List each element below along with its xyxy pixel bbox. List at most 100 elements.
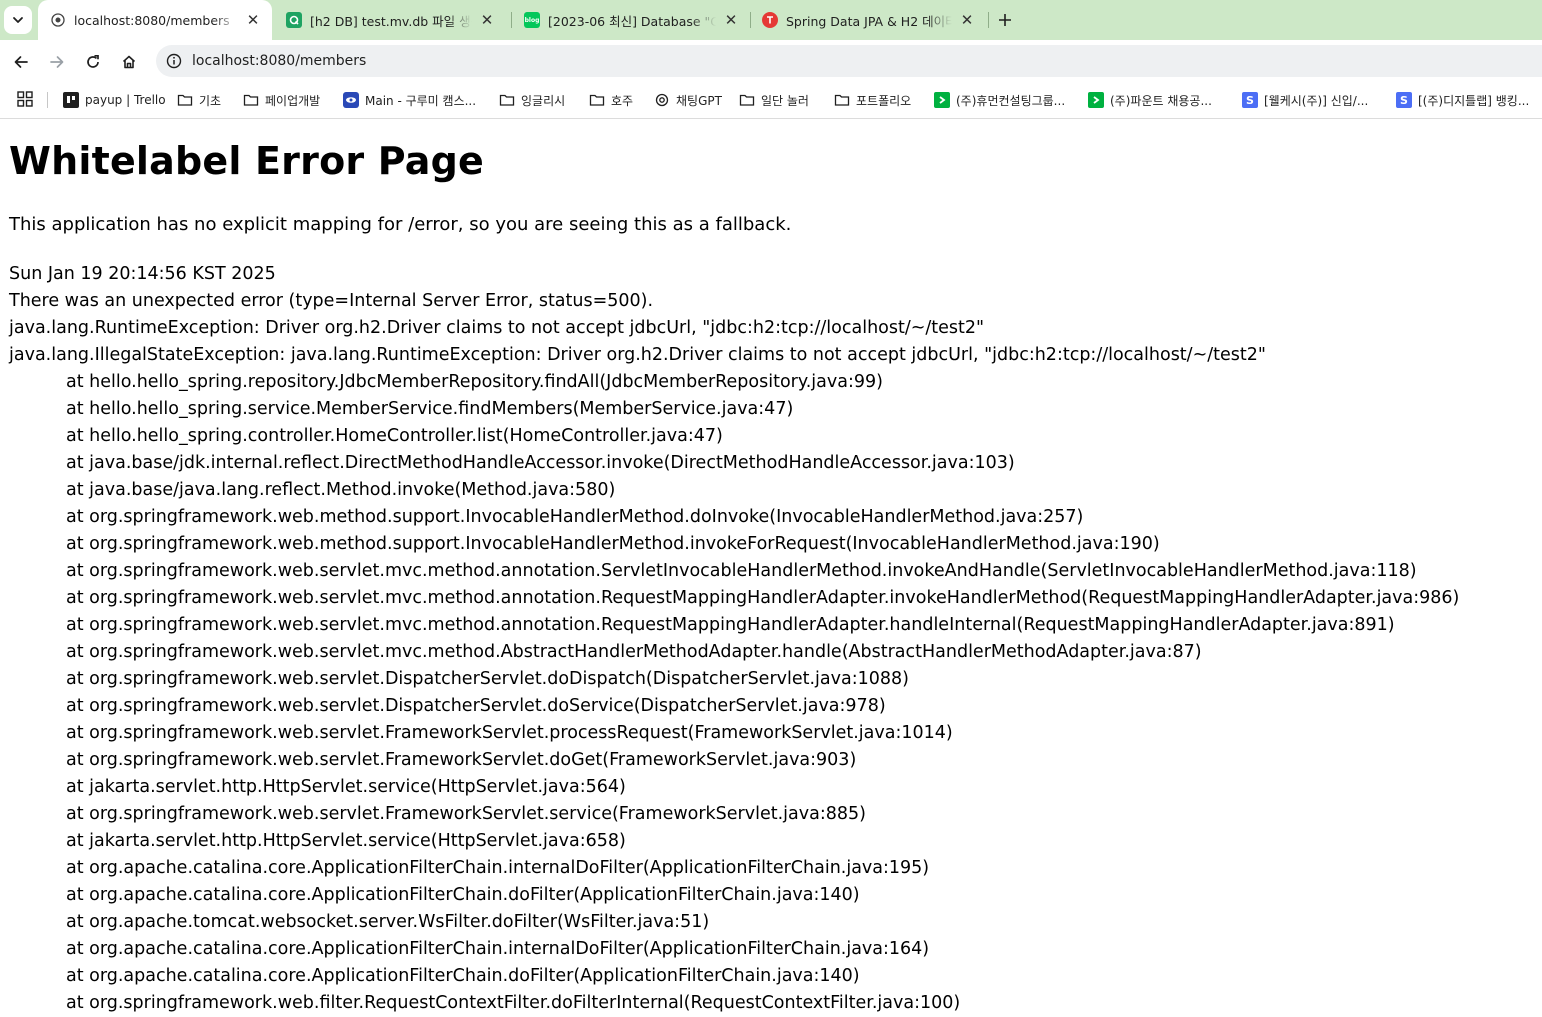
error-details: Sun Jan 19 20:14:56 KST 2025 There was a… [9,261,1459,1017]
bookmark-gooroomee[interactable]: Main - 구루미 캠스... [343,90,476,110]
stack-frame: at org.springframework.web.servlet.Frame… [66,723,953,743]
folder-icon [499,94,515,106]
tab-title: Spring Data JPA & H2 데이터베 [786,13,952,29]
bookmark-digitlab[interactable]: S [(주)디지틀랩] 뱅킹... [1396,90,1529,110]
stack-frame: at hello.hello_spring.controller.HomeCon… [66,426,723,446]
bookmark-folder-australia[interactable]: 호주 [589,90,633,110]
stack-frame: at org.springframework.web.servlet.mvc.m… [66,561,1417,581]
reload-button[interactable] [79,48,107,76]
tab-separator [988,12,989,28]
stack-frame: at org.springframework.web.servlet.Frame… [66,804,866,824]
home-button[interactable] [115,48,143,76]
bookmark-human-consulting[interactable]: (주)휴먼컨설팅그룹... [934,90,1065,110]
new-tab-button[interactable] [993,8,1017,32]
stack-frame: at java.base/java.lang.reflect.Method.in… [66,480,616,500]
exception-line: java.lang.IllegalStateException: java.la… [9,345,1266,365]
green-arrow-icon [1088,92,1104,108]
bookmark-label: [웰케시(주)] 신입/... [1264,93,1369,108]
folder-icon [243,94,259,106]
tab-spring-data-jpa[interactable]: Spring Data JPA & H2 데이터베 ✕ [750,0,986,40]
trello-icon [63,92,79,108]
plus-icon [999,14,1011,26]
stack-frame: at jakarta.servlet.http.HttpServlet.serv… [66,831,626,851]
bookmark-label: 호주 [611,93,634,108]
bookmarks-bar: payup | Trello 기초 페이업개발 Main - 구루미 캠스...… [0,82,1542,119]
bookmark-label: 채팅GPT [676,93,722,108]
arrow-left-icon [14,56,28,68]
globe-icon [50,12,66,28]
blog-icon: blog [524,12,540,28]
page-title: Whitelabel Error Page [9,139,484,183]
stack-frame: at org.springframework.web.servlet.Dispa… [66,669,909,689]
fallback-message: This application has no explicit mapping… [9,214,792,235]
green-q-icon [286,12,302,28]
bookmark-welcash[interactable]: S [웰케시(주)] 신입/... [1242,90,1368,110]
stack-frame: at hello.hello_spring.repository.JdbcMem… [66,372,883,392]
blue-s-icon: S [1396,92,1412,108]
stack-frame: at org.springframework.web.method.suppor… [66,507,1084,527]
exception-line: java.lang.RuntimeException: Driver org.h… [9,318,985,338]
tab-title: [2023-06 최신] Database "C:... [548,13,716,29]
tab-title: [h2 DB] test.mv.db 파일 생성 안 [310,13,472,29]
close-icon[interactable]: ✕ [478,11,496,29]
bookmark-label: 페이업개발 [265,93,321,108]
stack-frame: at org.apache.catalina.core.ApplicationF… [66,939,930,959]
chevron-down-icon [13,17,23,23]
close-icon[interactable]: ✕ [244,11,262,29]
bookmark-folder-portfolio[interactable]: 포트폴리오 [834,90,911,110]
bookmark-folder-basics[interactable]: 기초 [177,90,221,110]
stack-frame: at org.springframework.web.servlet.Dispa… [66,696,886,716]
tab-strip: localhost:8080/members ✕ [h2 DB] test.mv… [0,0,1542,40]
bookmark-chatgpt[interactable]: 채팅GPT [654,90,722,110]
bookmark-fount-jobs[interactable]: (주)파운트 채용공... [1088,90,1212,110]
bookmark-label: [(주)디지틀랩] 뱅킹... [1418,93,1530,108]
stack-frame: at org.springframework.web.servlet.mvc.m… [66,642,1202,662]
folder-icon [834,94,850,106]
bookmark-label: (주)파운트 채용공... [1110,93,1212,108]
stack-frame: at org.apache.catalina.core.ApplicationF… [66,858,930,878]
tab-search-button[interactable] [4,6,32,34]
site-info-icon[interactable] [166,53,182,69]
bookmark-label: payup | Trello [85,93,166,107]
close-icon[interactable]: ✕ [958,11,976,29]
stack-frame: at org.springframework.web.servlet.Frame… [66,750,857,770]
stack-frame: at jakarta.servlet.http.HttpServlet.serv… [66,777,626,797]
forward-button[interactable] [43,48,71,76]
blue-s-icon: S [1242,92,1258,108]
folder-icon [177,94,193,106]
url-input[interactable] [192,53,792,69]
tab-title: localhost:8080/members [74,12,230,28]
red-t-icon [762,12,778,28]
bookmark-payup-trello[interactable]: payup | Trello [63,90,166,110]
stack-frame: at org.apache.catalina.core.ApplicationF… [66,966,860,986]
bookmark-folder-english[interactable]: 잉글리시 [499,90,565,110]
stack-frame: at org.apache.tomcat.websocket.server.Ws… [66,912,710,932]
stack-frame: at org.springframework.web.servlet.mvc.m… [66,615,1395,635]
back-button[interactable] [7,48,35,76]
bookmark-folder-payup-dev[interactable]: 페이업개발 [243,90,320,110]
gooroomee-icon [343,92,359,108]
tab-database-c[interactable]: blog [2023-06 최신] Database "C:... ✕ [512,0,750,40]
bookmark-label: 일단 놀러 [761,93,809,108]
bookmark-label: 기초 [199,93,222,108]
folder-icon [739,94,755,106]
address-bar[interactable] [156,45,1542,77]
error-timestamp: Sun Jan 19 20:14:56 KST 2025 [9,264,276,284]
apps-grid-icon[interactable] [17,91,33,107]
error-summary: There was an unexpected error (type=Inte… [9,291,654,311]
stack-frame: at org.springframework.web.servlet.mvc.m… [66,588,1460,608]
tab-h2-db[interactable]: [h2 DB] test.mv.db 파일 생성 안 ✕ [274,0,506,40]
folder-icon [589,94,605,106]
bookmark-label: 포트폴리오 [856,93,912,108]
arrow-right-icon [50,56,64,68]
chatgpt-icon [655,93,669,107]
toolbar [0,40,1542,82]
bookmark-label: (주)휴먼컨설팅그룹... [956,93,1066,108]
home-icon [122,55,136,69]
tab-localhost-members[interactable]: localhost:8080/members ✕ [38,0,272,40]
close-icon[interactable]: ✕ [722,11,740,29]
bookmark-label: Main - 구루미 캠스... [365,93,477,108]
bookmark-label: 잉글리시 [521,93,566,108]
bookmark-folder-play[interactable]: 일단 놀러 [739,90,809,110]
stack-trace: at hello.hello_spring.repository.JdbcMem… [9,369,1459,1017]
